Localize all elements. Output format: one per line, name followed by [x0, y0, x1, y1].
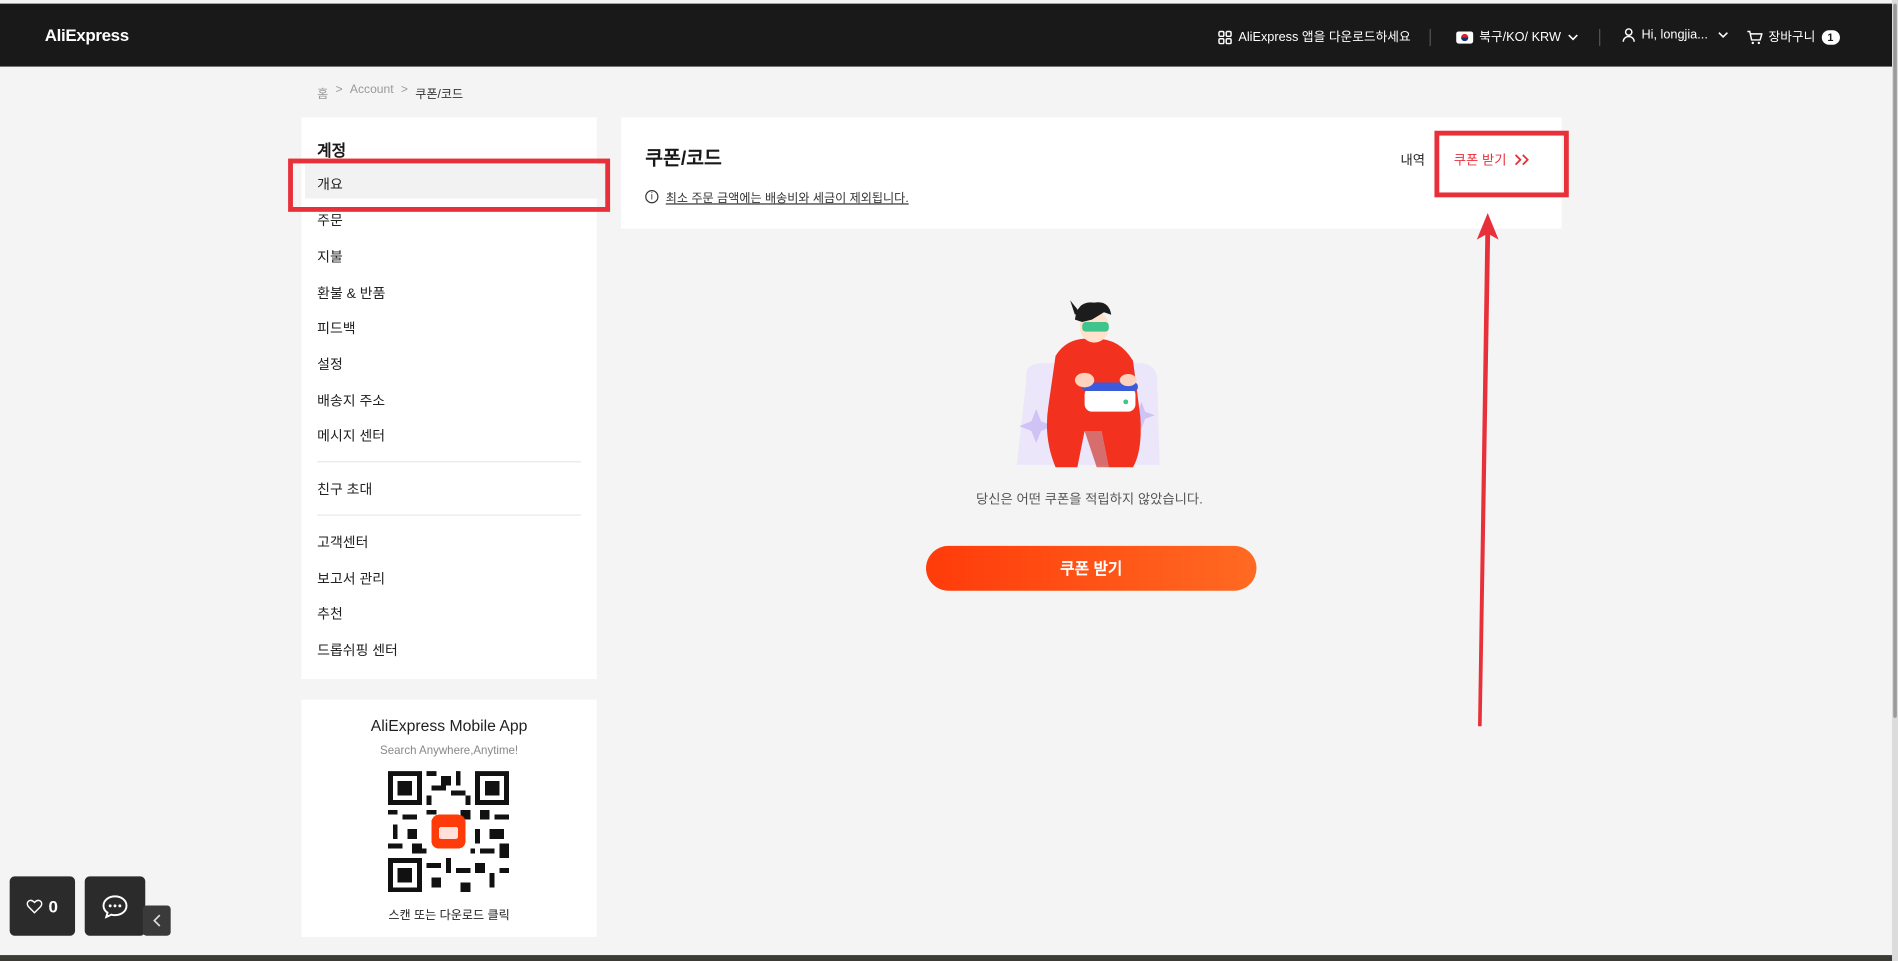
cart-count-badge: 1: [1821, 29, 1840, 45]
empty-state-message: 당신은 어떤 쿠폰을 적립하지 않았습니다.: [976, 492, 1203, 508]
flag-icon: [1456, 30, 1474, 43]
bottom-strip: [0, 955, 1893, 961]
locale-selector[interactable]: 북구/KO/ KRW: [1456, 28, 1578, 46]
annotation-arrow: [1476, 213, 1499, 727]
sidebar-item-help-center[interactable]: 고객센터: [317, 533, 368, 552]
chevron-down-icon: [1567, 33, 1578, 40]
breadcrumb-current: 쿠폰/코드: [415, 88, 464, 102]
annotation-highlight-box: [1434, 130, 1569, 198]
get-coupon-button[interactable]: 쿠폰 받기: [926, 545, 1257, 591]
app-grid-icon: [1218, 30, 1232, 44]
sidebar-item-message-center[interactable]: 메시지 센터: [317, 426, 385, 445]
sidebar-item-settings[interactable]: 설정: [317, 355, 343, 374]
breadcrumb: 홈 > Account > 쿠폰/코드: [317, 84, 463, 102]
notice-line: i 최소 주문 금액에는 배송비와 세금이 제외됩니다.: [645, 188, 909, 206]
breadcrumb-separator: >: [335, 83, 343, 97]
sidebar-divider: [317, 514, 582, 516]
app-download-link[interactable]: AliExpress 앱을 다운로드하세요: [1218, 28, 1411, 46]
notice-text[interactable]: 최소 주문 금액에는 배송비와 세금이 제외됩니다.: [666, 188, 909, 205]
wishlist-float-button[interactable]: 0: [9, 876, 76, 936]
user-greeting: Hi, longjia...: [1641, 27, 1708, 43]
app-download-label: AliExpress 앱을 다운로드하세요: [1238, 30, 1411, 45]
sidebar-item-shipping-address[interactable]: 배송지 주소: [317, 391, 385, 410]
app-promo-subtitle: Search Anywhere,Anytime!: [380, 744, 519, 758]
chevron-left-icon: [153, 914, 161, 927]
page-title: 쿠폰/코드: [645, 148, 722, 170]
page-scrollbar-thumb[interactable]: [1893, 3, 1897, 718]
divider: [1599, 29, 1601, 46]
empty-coupon-illustration: [1016, 300, 1160, 468]
sidebar-item-invite-friends[interactable]: 친구 초대: [317, 479, 372, 498]
app-scan-text: 스캔 또는 다운로드 클릭: [388, 909, 510, 923]
account-menu[interactable]: Hi, longjia...: [1622, 27, 1728, 43]
mobile-app-promo: AliExpress Mobile App Search Anywhere,An…: [301, 699, 597, 937]
sidebar-item-recommendations[interactable]: 추천: [317, 604, 343, 623]
annotation-highlight-box: [288, 158, 611, 212]
locale-label: 북구/KO/ KRW: [1479, 30, 1562, 45]
cart-label: 장바구니: [1768, 30, 1816, 45]
info-icon: i: [645, 190, 659, 204]
sidebar-item-refunds[interactable]: 환불 & 반품: [317, 283, 385, 302]
breadcrumb-separator: >: [400, 83, 408, 97]
app-promo-title: AliExpress Mobile App: [370, 716, 528, 735]
user-icon: [1622, 28, 1635, 42]
sidebar-item-dropshipping-center[interactable]: 드롭쉬핑 센터: [317, 640, 398, 659]
breadcrumb-home[interactable]: 홈: [317, 84, 328, 101]
sidebar-divider: [317, 461, 582, 463]
sidebar-title: 계정: [317, 141, 347, 160]
chat-float-button[interactable]: [84, 876, 146, 936]
sidebar-item-report-management[interactable]: 보고서 관리: [317, 569, 385, 588]
collapse-widgets-button[interactable]: [142, 905, 171, 936]
sidebar-item-payment[interactable]: 지불: [317, 247, 343, 266]
cart-icon: [1747, 30, 1763, 44]
breadcrumb-account[interactable]: Account: [350, 84, 394, 102]
sidebar-item-orders[interactable]: 주문: [317, 211, 343, 230]
heart-icon: [26, 899, 43, 914]
qr-code[interactable]: [387, 771, 510, 893]
cart-button[interactable]: 장바구니 1: [1747, 28, 1840, 46]
coupon-header-card: 쿠폰/코드 i 최소 주문 금액에는 배송비와 세금이 제외됩니다. 내역 쿠폰…: [620, 117, 1562, 229]
chat-icon: [102, 894, 128, 919]
top-header: AliExpress AliExpress 앱을 다운로드하세요 북구/KO/ …: [0, 3, 1893, 67]
sidebar-item-feedback[interactable]: 피드백: [317, 318, 355, 337]
history-link[interactable]: 내역: [1401, 150, 1426, 169]
divider: [1429, 29, 1431, 46]
wishlist-count: 0: [48, 896, 58, 916]
chevron-down-icon: [1718, 32, 1728, 39]
aliexpress-logo[interactable]: AliExpress: [45, 25, 129, 44]
